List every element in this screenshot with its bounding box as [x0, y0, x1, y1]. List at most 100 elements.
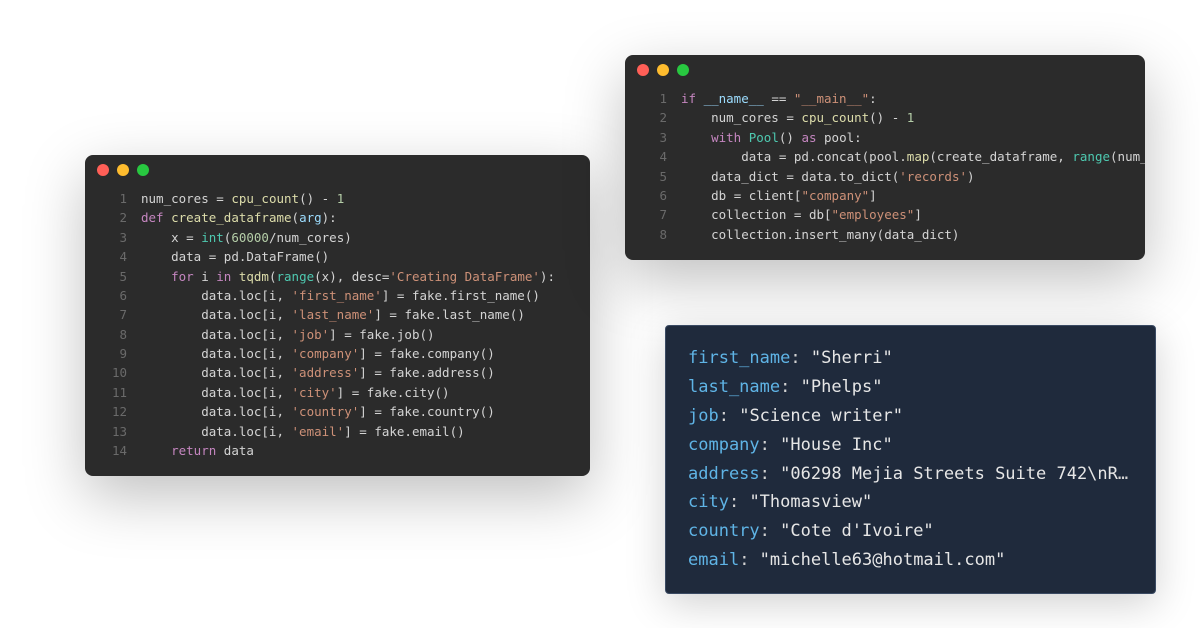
code-line: 6 db = client["company"]	[641, 186, 1129, 205]
line-number: 4	[101, 247, 127, 266]
record-panel: first_name: "Sherri"last_name: "Phelps"j…	[665, 325, 1156, 594]
record-value: "Cote d'Ivoire"	[780, 521, 934, 541]
line-number: 2	[101, 208, 127, 227]
code-line: 9 data.loc[i, 'company'] = fake.company(…	[101, 344, 574, 363]
line-number: 4	[641, 147, 667, 166]
code-content: collection.insert_many(data_dict)	[681, 225, 959, 244]
record-row: address: "06298 Mejia Streets Suite 742\…	[688, 460, 1133, 489]
code-line: 8 collection.insert_many(data_dict)	[641, 225, 1129, 244]
record-row: city: "Thomasview"	[688, 488, 1133, 517]
window-titlebar	[625, 55, 1145, 85]
code-line: 2 num_cores = cpu_count() - 1	[641, 108, 1129, 127]
code-line: 14 return data	[101, 441, 574, 460]
code-content: for i in tqdm(range(x), desc='Creating D…	[141, 267, 555, 286]
record-key: job	[688, 406, 719, 426]
line-number: 5	[641, 167, 667, 186]
code-content: def create_dataframe(arg):	[141, 208, 337, 227]
code-content: data.loc[i, 'first_name'] = fake.first_n…	[141, 286, 540, 305]
code-line: 7 collection = db["employees"]	[641, 205, 1129, 224]
code-content: data.loc[i, 'city'] = fake.city()	[141, 383, 450, 402]
line-number: 6	[101, 286, 127, 305]
line-number: 7	[641, 205, 667, 224]
code-content: data_dict = data.to_dict('records')	[681, 167, 975, 186]
code-content: if __name__ == "__main__":	[681, 89, 877, 108]
record-row: job: "Science writer"	[688, 402, 1133, 431]
code-content: data = pd.concat(pool.map(create_datafra…	[681, 147, 1145, 166]
code-content: num_cores = cpu_count() - 1	[681, 108, 914, 127]
code-body-right: 1if __name__ == "__main__":2 num_cores =…	[625, 85, 1145, 260]
line-number: 10	[101, 363, 127, 382]
code-content: data.loc[i, 'country'] = fake.country()	[141, 402, 495, 421]
record-key: country	[688, 521, 760, 541]
code-body-left: 1 num_cores = cpu_count() - 1 2 def create_…	[85, 185, 590, 476]
code-content: x = int(60000/num_cores)	[141, 228, 352, 247]
code-content: data.loc[i, 'company'] = fake.company()	[141, 344, 495, 363]
line-number: 6	[641, 186, 667, 205]
record-value: "Phelps"	[801, 377, 883, 397]
traffic-light-close-icon	[637, 64, 649, 76]
record-value: "michelle63@hotmail.com"	[760, 550, 1006, 570]
record-key: city	[688, 492, 729, 512]
line-number: 9	[101, 344, 127, 363]
code-content: data = pd.DataFrame()	[141, 247, 329, 266]
traffic-light-zoom-icon	[137, 164, 149, 176]
line-number: 1	[641, 89, 667, 108]
record-value: "House Inc"	[780, 435, 893, 455]
code-line: 3 with Pool() as pool:	[641, 128, 1129, 147]
code-line: 4 data = pd.DataFrame()	[101, 247, 574, 266]
code-window-right: 1if __name__ == "__main__":2 num_cores =…	[625, 55, 1145, 260]
code-line: 3 x = int(60000/num_cores)	[101, 228, 574, 247]
code-content: data.loc[i, 'address'] = fake.address()	[141, 363, 495, 382]
code-window-left: 1 num_cores = cpu_count() - 1 2 def create_…	[85, 155, 590, 476]
window-titlebar	[85, 155, 590, 185]
record-value: "06298 Mejia Streets Suite 742\nRo…	[780, 464, 1133, 484]
line-number: 8	[641, 225, 667, 244]
line-number: 5	[101, 267, 127, 286]
traffic-light-minimize-icon	[657, 64, 669, 76]
line-number: 7	[101, 305, 127, 324]
record-row: company: "House Inc"	[688, 431, 1133, 460]
record-row: last_name: "Phelps"	[688, 373, 1133, 402]
traffic-light-close-icon	[97, 164, 109, 176]
code-content: num_cores = cpu_count() - 1	[141, 189, 344, 208]
line-number: 13	[101, 422, 127, 441]
code-line: 5 for i in tqdm(range(x), desc='Creating…	[101, 267, 574, 286]
record-value: "Thomasview"	[749, 492, 872, 512]
code-line: 1 num_cores = cpu_count() - 1	[101, 189, 574, 208]
code-content: with Pool() as pool:	[681, 128, 862, 147]
record-value: "Science writer"	[739, 406, 903, 426]
code-line: 13 data.loc[i, 'email'] = fake.email()	[101, 422, 574, 441]
code-content: data.loc[i, 'job'] = fake.job()	[141, 325, 435, 344]
code-content: return data	[141, 441, 254, 460]
line-number: 11	[101, 383, 127, 402]
record-row: first_name: "Sherri"	[688, 344, 1133, 373]
code-line: 8 data.loc[i, 'job'] = fake.job()	[101, 325, 574, 344]
code-content: db = client["company"]	[681, 186, 877, 205]
code-line: 4 data = pd.concat(pool.map(create_dataf…	[641, 147, 1129, 166]
code-line: 11 data.loc[i, 'city'] = fake.city()	[101, 383, 574, 402]
line-number: 3	[641, 128, 667, 147]
code-line: 6 data.loc[i, 'first_name'] = fake.first…	[101, 286, 574, 305]
record-row: email: "michelle63@hotmail.com"	[688, 546, 1133, 575]
line-number: 12	[101, 402, 127, 421]
traffic-light-minimize-icon	[117, 164, 129, 176]
record-key: address	[688, 464, 760, 484]
record-key: last_name	[688, 377, 780, 397]
code-line: 10 data.loc[i, 'address'] = fake.address…	[101, 363, 574, 382]
line-number: 1	[101, 189, 127, 208]
record-row: country: "Cote d'Ivoire"	[688, 517, 1133, 546]
code-content: data.loc[i, 'last_name'] = fake.last_nam…	[141, 305, 525, 324]
code-line: 5 data_dict = data.to_dict('records')	[641, 167, 1129, 186]
line-number: 3	[101, 228, 127, 247]
traffic-light-zoom-icon	[677, 64, 689, 76]
line-number: 14	[101, 441, 127, 460]
code-line: 12 data.loc[i, 'country'] = fake.country…	[101, 402, 574, 421]
line-number: 8	[101, 325, 127, 344]
record-key: email	[688, 550, 739, 570]
code-content: collection = db["employees"]	[681, 205, 922, 224]
line-number: 2	[641, 108, 667, 127]
record-key: company	[688, 435, 760, 455]
record-value: "Sherri"	[811, 348, 893, 368]
code-line: 7 data.loc[i, 'last_name'] = fake.last_n…	[101, 305, 574, 324]
record-key: first_name	[688, 348, 790, 368]
